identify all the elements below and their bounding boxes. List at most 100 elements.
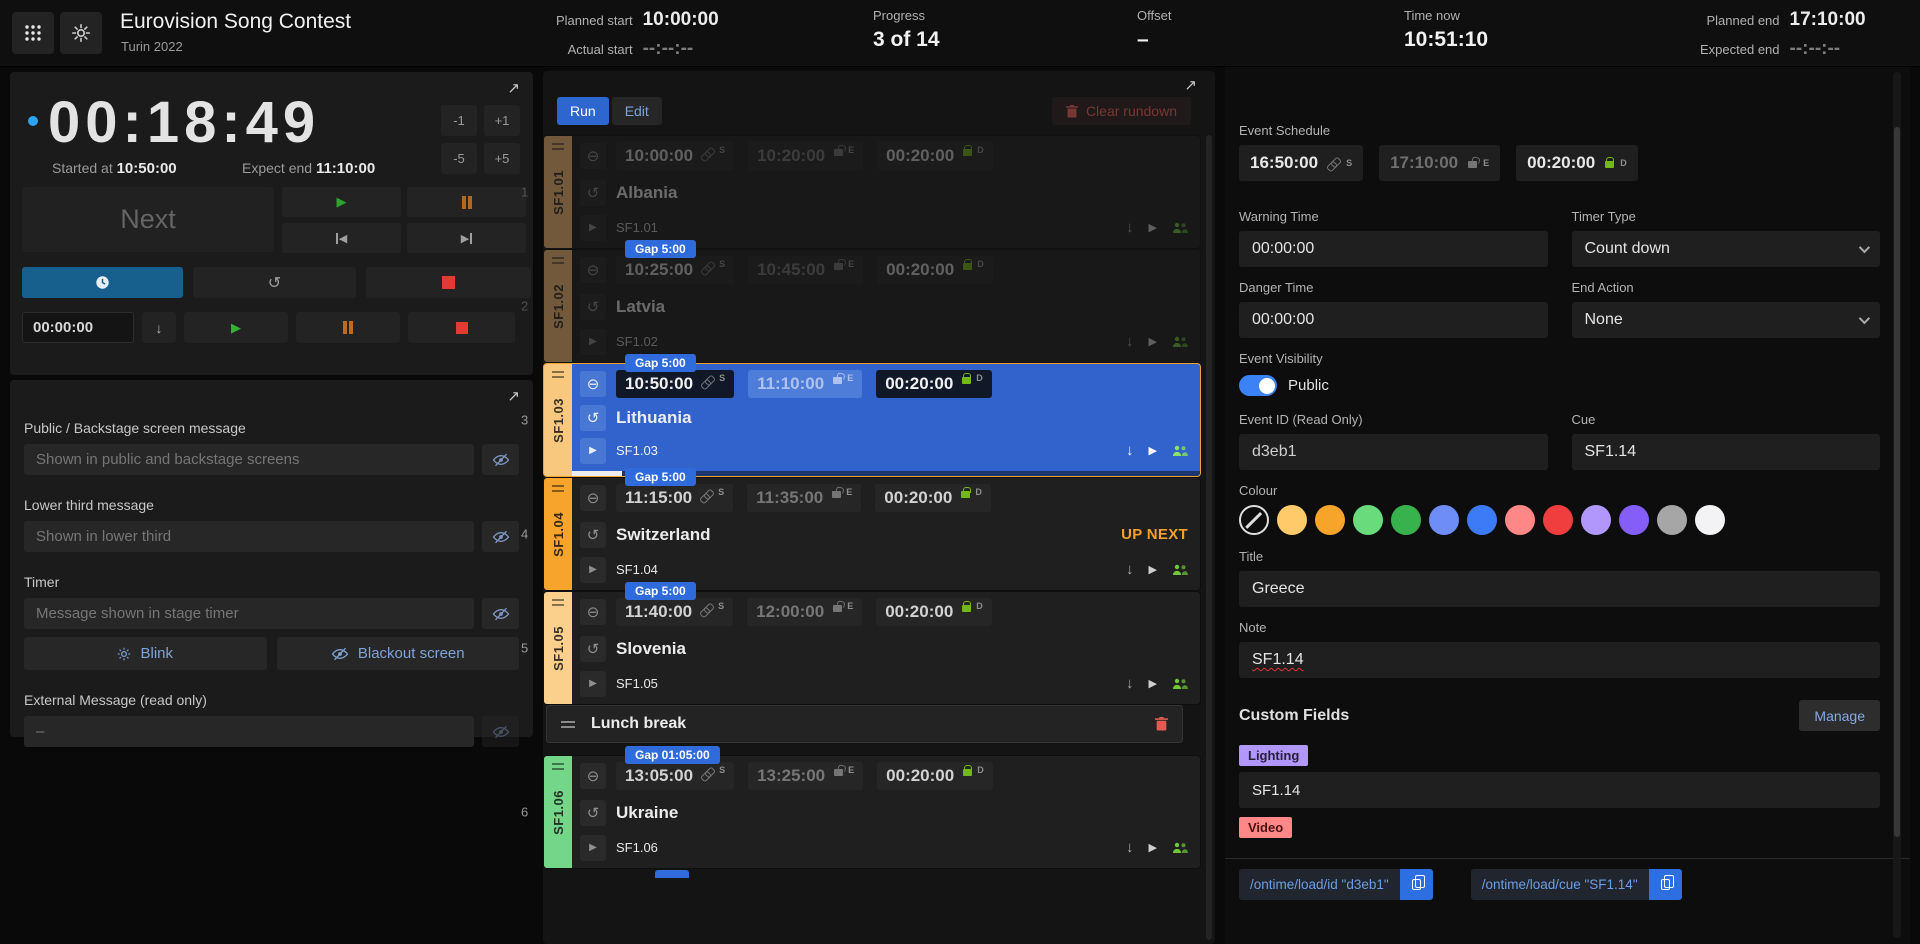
swatch-colour[interactable] (1429, 505, 1459, 535)
editor-scrollbar[interactable] (1893, 72, 1901, 938)
pause-button[interactable] (407, 187, 526, 217)
event-switzerland[interactable]: SF1.04 ⊖ 11:15:00S 11:35:00E 00:20:00D ↺… (543, 477, 1201, 591)
clear-rundown-button[interactable]: Clear rundown (1052, 97, 1191, 125)
event-duration[interactable]: 00:20:00D (877, 762, 993, 790)
event-drag-strip[interactable]: SF1.06 (544, 756, 572, 868)
event-start-time[interactable]: 10:25:00S (616, 256, 734, 284)
public-message-input[interactable] (24, 444, 474, 475)
osc-load-id-chip[interactable]: /ontime/load/id "d3eb1" (1239, 869, 1433, 900)
load-event-button[interactable]: ▶ (580, 329, 606, 355)
schedule-duration-field[interactable]: 00:20:00D (1516, 145, 1638, 181)
danger-time-input[interactable]: 00:00:00 (1239, 302, 1548, 338)
visibility-toggle[interactable] (1239, 375, 1277, 396)
title-input[interactable]: Greece (1239, 571, 1880, 607)
event-drag-strip[interactable]: SF1.05 (544, 592, 572, 704)
reload-event-button[interactable]: ↺ (580, 522, 606, 548)
load-next-icon[interactable]: ↓ (1126, 561, 1134, 578)
event-lithuania-active[interactable]: SF1.03 ⊖ 10:50:00S 11:10:00E 00:20:00D ↺… (543, 363, 1201, 477)
event-duration[interactable]: 00:20:00D (876, 370, 992, 398)
end-action-select[interactable]: None (1572, 302, 1881, 338)
event-end-time[interactable]: 13:25:00E (748, 762, 863, 790)
drag-handle-icon[interactable] (561, 721, 575, 728)
reload-event-button[interactable]: ↺ (580, 294, 606, 320)
swatch-colour[interactable] (1391, 505, 1421, 535)
public-message-visibility-button[interactable] (482, 444, 519, 475)
schedule-start-field[interactable]: 16:50:00S (1239, 145, 1363, 181)
load-event-button[interactable]: ▶ (580, 438, 606, 464)
event-start-time[interactable]: 10:00:00S (616, 142, 734, 170)
start-event-icon[interactable]: ▶ (1149, 444, 1157, 457)
reload-event-button[interactable]: ↺ (580, 180, 606, 206)
load-next-icon[interactable]: ↓ (1126, 333, 1134, 350)
swatch-colour[interactable] (1695, 505, 1725, 535)
expand-rundown-icon[interactable]: ↗ (1184, 76, 1197, 94)
event-end-time[interactable]: 11:10:00E (748, 370, 862, 398)
load-event-button[interactable]: ▶ (580, 215, 606, 241)
aux-play-button[interactable]: ▶ (184, 312, 288, 343)
event-duration[interactable]: 00:20:00D (877, 256, 993, 284)
load-next-icon[interactable]: ↓ (1126, 675, 1134, 692)
copy-button[interactable] (1649, 869, 1682, 900)
event-end-time[interactable]: 12:00:00E (747, 598, 862, 626)
event-duration[interactable]: 00:20:00D (876, 598, 992, 626)
event-drag-strip[interactable]: SF1.01 (544, 136, 572, 248)
start-event-icon[interactable]: ▶ (1149, 677, 1157, 690)
rundown-scrollbar[interactable] (1206, 135, 1212, 940)
timer-type-select[interactable]: Count down (1572, 231, 1881, 267)
load-next-icon[interactable]: ↓ (1126, 442, 1134, 459)
swatch-colour[interactable] (1619, 505, 1649, 535)
load-event-button[interactable]: ▶ (580, 671, 606, 697)
event-start-time[interactable]: 11:15:00S (616, 484, 733, 512)
swatch-colour[interactable] (1277, 505, 1307, 535)
swatch-no-colour[interactable] (1239, 505, 1269, 535)
minus-1-button[interactable]: -1 (441, 105, 477, 136)
manage-custom-fields-button[interactable]: Manage (1799, 700, 1880, 731)
event-end-time[interactable]: 11:35:00E (747, 484, 861, 512)
reload-event-button[interactable]: ↺ (580, 636, 606, 662)
swatch-colour[interactable] (1315, 505, 1345, 535)
note-input[interactable]: SF1.14 (1239, 642, 1880, 678)
delete-block-button[interactable] (1155, 717, 1168, 731)
event-start-time[interactable]: 10:50:00S (616, 370, 734, 398)
start-event-icon[interactable]: ▶ (1149, 563, 1157, 576)
start-event-icon[interactable]: ▶ (1149, 221, 1157, 234)
swatch-colour[interactable] (1467, 505, 1497, 535)
event-end-time[interactable]: 10:20:00E (748, 142, 863, 170)
lower-third-visibility-button[interactable] (482, 521, 519, 552)
collapse-event-button[interactable]: ⊖ (580, 371, 606, 397)
minus-5-button[interactable]: -5 (441, 143, 477, 174)
event-slovenia[interactable]: SF1.05 ⊖ 11:40:00S 12:00:00E 00:20:00D ↺… (543, 591, 1201, 705)
reload-event-button[interactable]: ↺ (580, 405, 606, 431)
collapse-event-button[interactable]: ⊖ (580, 485, 606, 511)
swatch-colour[interactable] (1543, 505, 1573, 535)
event-drag-strip[interactable]: SF1.03 (544, 364, 572, 476)
collapse-event-button[interactable]: ⊖ (580, 763, 606, 789)
event-start-time[interactable]: 11:40:00S (616, 598, 733, 626)
event-duration[interactable]: 00:20:00D (875, 484, 991, 512)
warning-time-input[interactable]: 00:00:00 (1239, 231, 1548, 267)
stop-button[interactable] (366, 267, 531, 298)
load-event-button[interactable]: ▶ (580, 835, 606, 861)
play-button[interactable]: ▶ (282, 187, 401, 217)
event-start-time[interactable]: 13:05:00S (616, 762, 734, 790)
aux-pause-button[interactable] (296, 312, 400, 343)
start-event-icon[interactable]: ▶ (1149, 335, 1157, 348)
collapse-event-button[interactable]: ⊖ (580, 257, 606, 283)
plus-5-button[interactable]: +5 (484, 143, 520, 174)
schedule-end-field[interactable]: 17:10:00E (1379, 145, 1500, 181)
tab-edit[interactable]: Edit (612, 97, 662, 125)
settings-button[interactable] (60, 12, 102, 54)
apps-menu-button[interactable] (12, 12, 54, 54)
aux-timer-input[interactable] (22, 312, 134, 343)
event-end-time[interactable]: 10:45:00E (748, 256, 863, 284)
load-next-icon[interactable]: ↓ (1126, 219, 1134, 236)
event-drag-strip[interactable]: SF1.04 (544, 478, 572, 590)
lower-third-input[interactable] (24, 521, 474, 552)
swatch-colour[interactable] (1657, 505, 1687, 535)
reload-event-button[interactable]: ↺ (580, 800, 606, 826)
skip-previous-button[interactable]: ◀ (282, 223, 401, 253)
event-albania[interactable]: SF1.01 ⊖ 10:00:00S 10:20:00E 00:20:00D ↺… (543, 135, 1201, 249)
collapse-event-button[interactable]: ⊖ (580, 599, 606, 625)
next-event-button[interactable]: Next (22, 187, 274, 252)
reload-button[interactable]: ↺ (193, 267, 356, 298)
